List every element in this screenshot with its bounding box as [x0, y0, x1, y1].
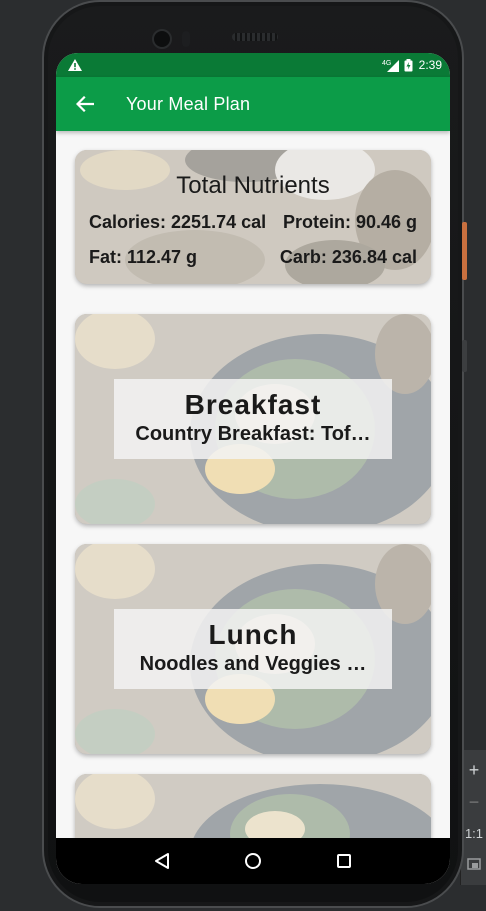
earpiece-speaker	[232, 33, 278, 41]
back-button[interactable]	[74, 93, 96, 115]
meal-label: Lunch Noodles and Veggies …	[114, 609, 392, 689]
fat-value: Fat: 112.47 g	[89, 247, 198, 267]
clock-time: 2:39	[418, 58, 442, 72]
volume-key[interactable]	[462, 222, 467, 280]
calories-value: Calories: 2251.74 cal	[89, 212, 267, 232]
meal-name: Country Breakfast: Tof…	[135, 423, 371, 445]
page-title: Your Meal Plan	[126, 93, 251, 114]
front-camera	[152, 29, 172, 49]
carb-value: Carb: 236.84 cal	[279, 247, 417, 267]
triangle-back-icon	[154, 853, 169, 869]
meal-plan-list[interactable]: Total Nutrients Calories: 2251.74 cal Pr…	[56, 131, 450, 854]
actual-size-button[interactable]: 1:1	[461, 820, 486, 848]
zoom-out-button[interactable]: −	[461, 788, 486, 816]
protein-value: Protein: 90.46 g	[282, 212, 417, 232]
proximity-sensor	[182, 31, 190, 47]
nutrients-title: Total Nutrients	[176, 172, 330, 199]
meal-card-lunch[interactable]: Lunch Noodles and Veggies …	[75, 544, 431, 754]
nav-recents-button[interactable]	[332, 849, 356, 873]
battery-icon	[404, 58, 413, 72]
network-type: 4G	[382, 60, 391, 67]
arrow-back-icon	[76, 96, 94, 112]
device-screen: 4G 2:39 Your Meal Plan Total Nutrients C…	[56, 53, 450, 884]
meal-type: Breakfast	[184, 389, 322, 420]
app-bar: Your Meal Plan	[56, 77, 450, 131]
signal-icon: 4G	[382, 59, 400, 72]
meal-label: Breakfast Country Breakfast: Tof…	[114, 379, 392, 459]
screen-fit-icon[interactable]	[461, 850, 486, 878]
power-key[interactable]	[462, 340, 467, 372]
circle-home-icon	[244, 853, 261, 869]
meal-card-breakfast[interactable]: Breakfast Country Breakfast: Tof…	[75, 314, 431, 524]
zoom-in-button[interactable]: +	[461, 756, 486, 784]
meal-name: Noodles and Veggies …	[139, 653, 367, 675]
warning-icon	[68, 59, 82, 71]
navigation-bar	[56, 838, 450, 884]
total-nutrients-card: Total Nutrients Calories: 2251.74 cal Pr…	[75, 150, 431, 284]
status-bar: 4G 2:39	[56, 53, 450, 77]
square-recents-icon	[337, 854, 352, 868]
meal-type: Lunch	[208, 619, 298, 650]
nav-back-button[interactable]	[150, 849, 174, 873]
nav-home-button[interactable]	[241, 849, 265, 873]
